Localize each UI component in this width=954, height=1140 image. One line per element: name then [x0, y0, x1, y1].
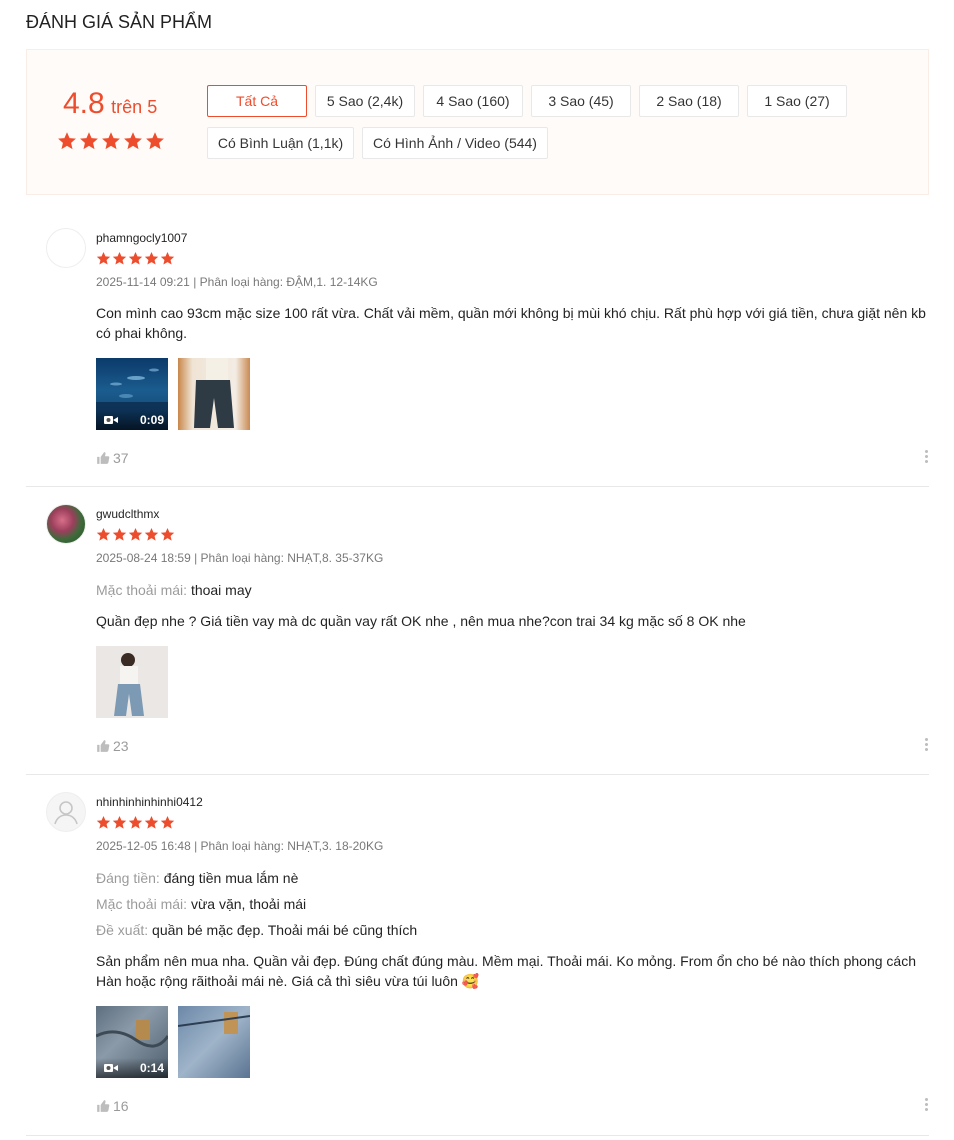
star-icon: [58, 132, 76, 150]
video-camera-icon: [104, 416, 118, 424]
video-duration: 0:14: [139, 1061, 164, 1075]
review-media: 0:09: [96, 358, 250, 430]
jeans-image: [178, 1012, 250, 1034]
review-item: phamngocly1007 2025-11-14 09:21 | Phân l…: [26, 228, 929, 487]
review-attribute: Mặc thoải mái: vừa vặn, thoải mái: [96, 896, 306, 912]
star-icon: [112, 527, 127, 541]
attribute-key: Mặc thoải mái:: [96, 582, 188, 598]
star-icon: [160, 815, 175, 829]
review-image-thumbnail[interactable]: [178, 1006, 250, 1078]
review-attribute: Đáng tiền: đáng tiền mua lắm nè: [96, 870, 298, 886]
filter-1-star-button[interactable]: 1 Sao (27): [747, 85, 847, 117]
attribute-value: quần bé mặc đẹp. Thoải mái bé cũng thích: [152, 922, 418, 938]
review-meta: 2025-11-14 09:21 | Phân loại hàng: ĐẬM,1…: [96, 275, 378, 289]
video-bar: 0:14: [96, 1058, 168, 1078]
review-video-thumbnail[interactable]: 0:09: [96, 358, 168, 430]
review-content: Quần đẹp nhe ? Giá tiền vay mà dc quần v…: [96, 613, 746, 629]
review-media: [96, 646, 168, 718]
more-vertical-icon[interactable]: [923, 738, 929, 751]
review-username: nhinhinhinhinhi0412: [96, 795, 203, 809]
star-icon: [160, 251, 175, 265]
more-vertical-icon[interactable]: [923, 1098, 929, 1111]
more-vertical-icon[interactable]: [923, 450, 929, 463]
star-icon: [102, 132, 120, 150]
review-content: Sản phẩm nên mua nha. Quần vải đẹp. Đúng…: [96, 953, 917, 989]
review-content: Con mình cao 93cm mặc size 100 rất vừa. …: [96, 305, 926, 341]
star-icon: [96, 815, 111, 829]
rating-overview: 4.8 trên 5 Tất Cả 5 Sao (2,4k) 4 Sao (16…: [26, 49, 929, 195]
rating-suffix: trên 5: [111, 97, 158, 117]
star-icon: [112, 815, 127, 829]
filter-with-comment-button[interactable]: Có Bình Luận (1,1k): [207, 127, 354, 159]
star-icon: [124, 132, 142, 150]
thumbs-up-icon: [97, 740, 110, 752]
filter-with-media-button[interactable]: Có Hình Ảnh / Video (544): [362, 127, 548, 159]
star-icon: [96, 251, 111, 265]
default-avatar-icon: [54, 801, 78, 825]
star-icon: [112, 251, 127, 265]
video-bar: 0:09: [96, 410, 168, 430]
star-icon: [144, 815, 159, 829]
child-jeans-image: [194, 358, 234, 428]
like-button[interactable]: 37: [96, 450, 129, 466]
star-icon: [128, 251, 143, 265]
like-count: 23: [113, 738, 129, 754]
avatar[interactable]: [46, 792, 86, 832]
review-meta: 2025-12-05 16:48 | Phân loại hàng: NHẠT,…: [96, 839, 384, 853]
review-image-thumbnail[interactable]: [96, 646, 168, 718]
overview-stars: [57, 131, 165, 151]
review-meta: 2025-08-24 18:59 | Phân loại hàng: NHẠT,…: [96, 551, 384, 565]
review-username: phamngocly1007: [96, 231, 188, 245]
review-attribute: Mặc thoải mái: thoai may: [96, 582, 252, 598]
child-photo-image: [114, 653, 144, 716]
attribute-key: Mặc thoải mái:: [96, 896, 188, 912]
filter-5-star-button[interactable]: 5 Sao (2,4k): [315, 85, 415, 117]
filter-all-button[interactable]: Tất Cả: [207, 85, 307, 117]
review-item: nhinhinhinhinhi0412 2025-12-05 16:48 | P…: [26, 792, 929, 1136]
star-icon: [160, 527, 175, 541]
star-icon: [80, 132, 98, 150]
avatar[interactable]: [46, 228, 86, 268]
star-icon: [128, 815, 143, 829]
like-count: 16: [113, 1098, 129, 1114]
review-attribute: Đề xuất: quần bé mặc đẹp. Thoải mái bé c…: [96, 922, 417, 938]
star-icon: [96, 527, 111, 541]
filter-3-star-button[interactable]: 3 Sao (45): [531, 85, 631, 117]
thumbs-up-icon: [97, 452, 110, 464]
star-icon: [128, 527, 143, 541]
avatar[interactable]: [46, 504, 86, 544]
attribute-value: thoai may: [190, 582, 252, 598]
star-icon: [146, 132, 164, 150]
review-stars: [96, 527, 175, 542]
star-icon: [144, 527, 159, 541]
video-duration: 0:09: [139, 413, 164, 427]
review-stars: [96, 251, 175, 266]
like-count: 37: [113, 450, 129, 466]
like-button[interactable]: 23: [96, 738, 129, 754]
attribute-value: vừa vặn, thoải mái: [190, 896, 307, 912]
rating-value: 4.8: [63, 87, 105, 120]
filter-2-star-button[interactable]: 2 Sao (18): [639, 85, 739, 117]
thumbs-up-icon: [97, 1100, 110, 1112]
filter-4-star-button[interactable]: 4 Sao (160): [423, 85, 523, 117]
attribute-key: Đề xuất:: [96, 922, 149, 938]
rating-score: 4.8 trên 5: [63, 87, 157, 121]
attribute-value: đáng tiền mua lắm nè: [163, 870, 299, 886]
video-camera-icon: [104, 1064, 118, 1072]
review-media: 0:14: [96, 1006, 250, 1078]
review-video-thumbnail[interactable]: 0:14: [96, 1006, 168, 1078]
like-button[interactable]: 16: [96, 1098, 129, 1114]
page-title: ĐÁNH GIÁ SẢN PHẨM: [26, 12, 213, 32]
star-icon: [144, 251, 159, 265]
review-image-thumbnail[interactable]: [178, 358, 250, 430]
review-stars: [96, 815, 175, 830]
review-item: gwudclthmx 2025-08-24 18:59 | Phân loại …: [26, 504, 929, 775]
review-username: gwudclthmx: [96, 507, 160, 521]
attribute-key: Đáng tiền:: [96, 870, 160, 886]
